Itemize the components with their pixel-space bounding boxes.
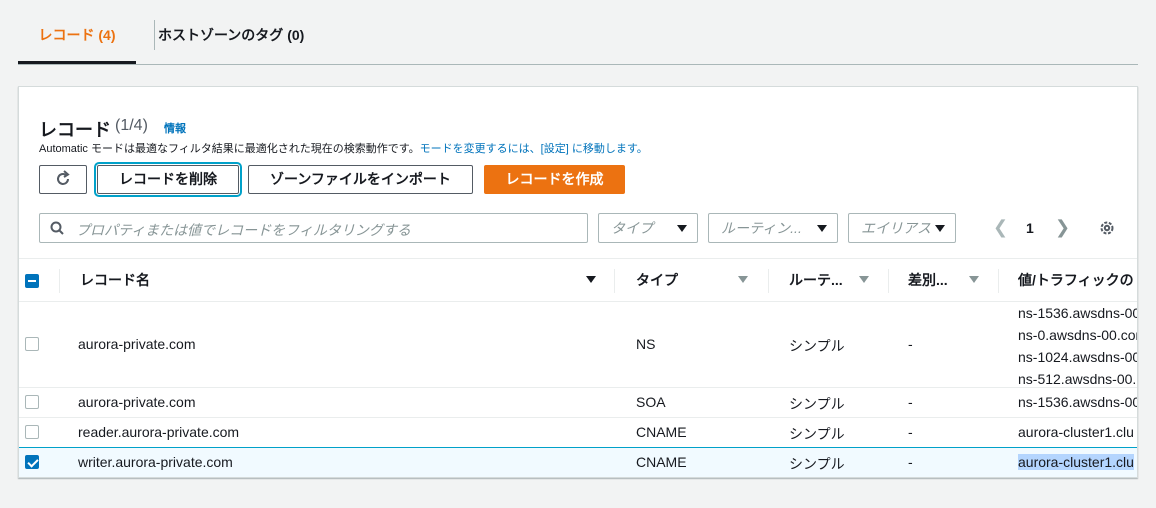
row-checkbox-checked[interactable]	[25, 455, 39, 469]
record-value: ns-0.awsdns-00.com	[1018, 327, 1138, 343]
alias-filter-select[interactable]: エイリアス	[848, 213, 956, 243]
refresh-button[interactable]	[39, 165, 87, 194]
record-name: aurora-private.com	[78, 394, 196, 410]
table-row-selected[interactable]: writer.aurora-private.com CNAME シンプル - a…	[19, 447, 1137, 477]
column-divider	[768, 269, 769, 293]
import-zone-file-button[interactable]: ゾーンファイルをインポート	[248, 165, 473, 194]
record-routing: シンプル	[789, 396, 845, 412]
record-name: aurora-private.com	[78, 336, 196, 352]
record-values: ns-1536.awsdns-00 ns-0.awsdns-00.com ns-…	[1018, 302, 1138, 390]
alias-filter-label: エイリアス	[861, 220, 931, 236]
table-row[interactable]: aurora-private.com NS シンプル - ns-1536.aws…	[19, 302, 1138, 390]
record-value: ns-1536.awsdns-00	[1018, 394, 1138, 410]
records-panel: レコード (1/4) 情報 Automatic モードは最適なフィルタ結果に最適…	[18, 86, 1138, 478]
delete-records-button[interactable]: レコードを削除	[94, 162, 242, 197]
row-checkbox[interactable]	[25, 395, 39, 409]
record-differentiator: -	[908, 454, 913, 470]
select-all-checkbox[interactable]	[25, 274, 39, 288]
record-routing: シンプル	[789, 338, 845, 354]
record-type: NS	[636, 336, 656, 352]
tab-hosted-zone-tags[interactable]: ホストゾーンのタグ (0)	[136, 0, 326, 64]
type-filter-label: タイプ	[611, 220, 653, 236]
row-checkbox[interactable]	[25, 425, 39, 439]
tab-records[interactable]: レコード (4)	[18, 0, 136, 64]
tab-bar: レコード (4) ホストゾーンのタグ (0)	[18, 0, 1138, 65]
record-type: CNAME	[636, 454, 687, 470]
highlighted-value: aurora-cluster1.clu	[1018, 454, 1134, 470]
record-routing: シンプル	[789, 456, 845, 472]
table-row[interactable]: aurora-private.com SOA シンプル - ns-1536.aw…	[19, 388, 1138, 418]
record-value: aurora-cluster1.clu	[1018, 424, 1134, 440]
create-record-button[interactable]: レコードを作成	[484, 165, 625, 194]
chevron-left-icon[interactable]: ❮	[993, 217, 1008, 238]
caret-down-icon	[817, 225, 827, 232]
info-link[interactable]: 情報	[164, 120, 186, 136]
row-checkbox[interactable]	[25, 337, 39, 351]
selection-count: (1/4)	[115, 117, 148, 134]
column-header-differentiator[interactable]: 差別...	[908, 259, 964, 303]
record-routing: シンプル	[789, 426, 845, 442]
column-header-record-name[interactable]: レコード名	[80, 259, 580, 303]
mode-description: Automatic モードは最適なフィルタ結果に最適化された現在の検索動作です。…	[39, 140, 648, 156]
sort-down-icon[interactable]	[586, 276, 596, 283]
routing-filter-select[interactable]: ルーティン...	[708, 213, 838, 243]
record-value: ns-1536.awsdns-00	[1018, 305, 1138, 321]
record-differentiator: -	[908, 336, 913, 352]
mode-name: Automatic	[39, 143, 88, 155]
caret-down-icon	[677, 225, 687, 232]
search-placeholder: プロパティまたは値でレコードをフィルタリングする	[76, 222, 411, 238]
gear-icon[interactable]	[1098, 219, 1116, 237]
record-value: aurora-cluster1.clu	[1018, 454, 1137, 470]
sort-icon[interactable]	[738, 276, 748, 283]
record-differentiator: -	[908, 424, 913, 440]
panel-title: レコード	[39, 120, 111, 140]
refresh-icon	[57, 170, 70, 185]
type-filter-select[interactable]: タイプ	[598, 213, 698, 243]
column-divider	[614, 269, 615, 293]
search-icon	[50, 221, 64, 235]
record-value: ns-1024.awsdns-00	[1018, 349, 1138, 365]
record-type: SOA	[636, 394, 666, 410]
column-divider	[888, 269, 889, 293]
column-header-routing[interactable]: ルーテ...	[789, 259, 855, 303]
column-header-type[interactable]: タイプ	[636, 259, 716, 303]
page-number[interactable]: 1	[1026, 220, 1034, 236]
search-input[interactable]: プロパティまたは値でレコードをフィルタリングする	[39, 213, 588, 243]
record-name: reader.aurora-private.com	[78, 424, 240, 440]
chevron-right-icon[interactable]: ❯	[1055, 217, 1070, 238]
sort-icon[interactable]	[859, 276, 869, 283]
mode-text: モードは最適なフィルタ結果に最適化された現在の検索動作です。	[87, 143, 420, 155]
caret-down-icon	[935, 225, 945, 232]
record-value: ns-512.awsdns-00.	[1018, 371, 1137, 387]
sort-icon[interactable]	[969, 276, 979, 283]
column-divider	[59, 269, 60, 293]
column-header-value[interactable]: 値/トラフィックの	[1018, 259, 1137, 303]
record-type: CNAME	[636, 424, 687, 440]
record-differentiator: -	[908, 394, 913, 410]
table-header: レコード名 タイプ ルーテ... 差別... 値/トラフィックの	[19, 258, 1137, 303]
column-divider	[998, 269, 999, 293]
record-name: writer.aurora-private.com	[78, 454, 233, 470]
routing-filter-label: ルーティン...	[721, 220, 802, 236]
settings-link[interactable]: モードを変更するには、[設定] に移動します。	[420, 143, 648, 155]
table-row[interactable]: reader.aurora-private.com CNAME シンプル - a…	[19, 418, 1137, 448]
